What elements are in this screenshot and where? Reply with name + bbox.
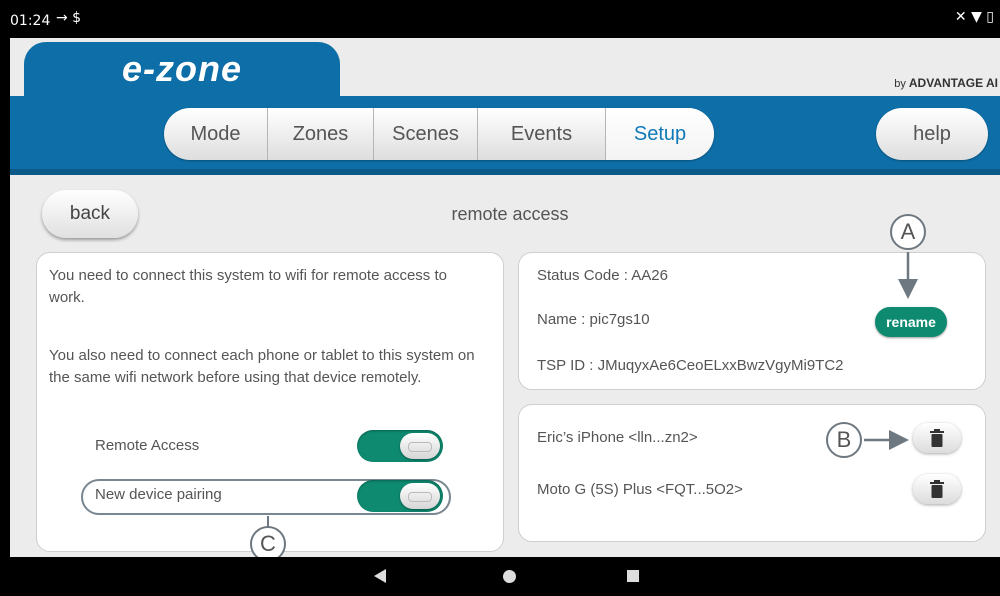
new-device-pairing-label: New device pairing	[95, 486, 222, 503]
intro-text-devices: You also need to connect each phone or t…	[49, 347, 475, 386]
android-nav-bar	[0, 557, 1000, 596]
system-status-panel: Status Code : AA26 Name : pic7gs10 TSP I…	[518, 252, 986, 390]
system-name: Name : pic7gs10	[537, 311, 650, 328]
back-button[interactable]: back	[42, 190, 138, 238]
tab-zones[interactable]: Zones	[268, 108, 374, 160]
status-time: 01:24	[10, 13, 51, 29]
remote-access-toggle[interactable]	[357, 430, 443, 462]
new-device-pairing-toggle[interactable]	[357, 480, 443, 512]
app-logo: e-zone	[121, 48, 242, 89]
brand-prefix: by	[894, 78, 906, 90]
status-code: Status Code : AA26	[537, 267, 668, 284]
tab-setup[interactable]: Setup	[606, 108, 714, 160]
nav-home-icon[interactable]	[503, 570, 516, 583]
brand-credit: by ADVANTAGE AI	[894, 76, 998, 90]
delete-device-button[interactable]	[913, 423, 961, 453]
callout-b: B	[826, 422, 862, 458]
delete-device-button[interactable]	[913, 474, 961, 504]
nav-recents-icon[interactable]	[627, 570, 639, 582]
remote-access-label: Remote Access	[95, 437, 200, 454]
intro-text-wifi: You need to connect this system to wifi …	[49, 267, 447, 306]
tab-scenes[interactable]: Scenes	[374, 108, 478, 160]
nav-tabs: Mode Zones Scenes Events Setup	[164, 108, 714, 160]
device-item: Moto G (5S) Plus <FQT...5O2>	[537, 481, 743, 498]
tab-mode[interactable]: Mode	[164, 108, 268, 160]
paired-devices-panel: Eric’s iPhone <lln...zn2> Moto G (5S) Pl…	[518, 404, 986, 542]
tab-events[interactable]: Events	[478, 108, 606, 160]
trash-icon	[930, 480, 944, 498]
remote-access-info-panel: You need to connect this system to wifi …	[36, 252, 504, 552]
nav-back-icon[interactable]	[374, 569, 386, 583]
toggle-knob	[400, 483, 440, 509]
callout-a: A	[890, 214, 926, 250]
device-item: Eric’s iPhone <lln...zn2>	[537, 429, 698, 446]
help-button[interactable]: help	[876, 108, 988, 160]
brand-name: ADVANTAGE AI	[908, 76, 998, 90]
nav-band: Mode Zones Scenes Events Setup help	[10, 96, 1000, 175]
status-bar: 01:24 → $ ✕ ▼ ▯	[0, 0, 1000, 38]
app-window: e-zone by ADVANTAGE AI Mode Zones Scenes…	[10, 38, 1000, 557]
status-right-icons: ✕ ▼ ▯	[954, 9, 994, 25]
rename-button[interactable]: rename	[875, 307, 947, 337]
page-title: remote access	[451, 204, 569, 224]
toggle-knob	[400, 433, 440, 459]
tsp-id: TSP ID : JMuqyxAe6CeoELxxBwzVgyMi9TC2	[537, 357, 844, 374]
trash-icon	[930, 429, 944, 447]
callout-c: C	[250, 526, 286, 557]
status-left-icons: → $	[56, 10, 82, 26]
